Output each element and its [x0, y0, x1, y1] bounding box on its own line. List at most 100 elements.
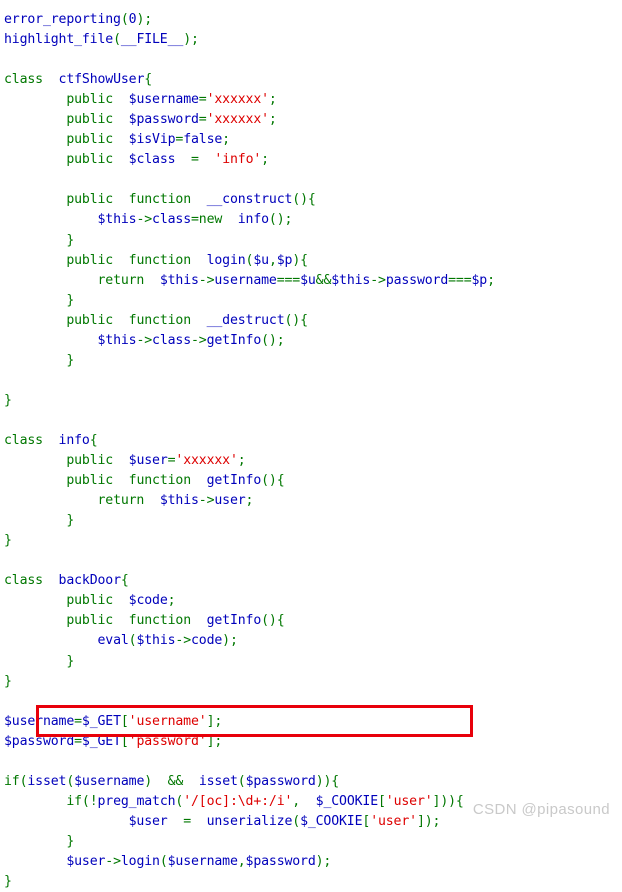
code-token-keyword: ;: [167, 593, 176, 609]
code-token-keyword: ->: [370, 272, 386, 288]
code-token-keyword: class: [4, 72, 43, 88]
code-token-default: [4, 834, 66, 849]
code-token-default: code: [191, 633, 223, 649]
code-token-default: [4, 212, 97, 227]
code-token-keyword: ]);: [416, 813, 441, 829]
code-token-keyword: function: [128, 613, 191, 629]
code-token-default: [144, 493, 160, 508]
code-token-default: __construct: [206, 192, 293, 208]
code-token-keyword: ];: [206, 733, 223, 749]
code-token-default: [113, 112, 129, 127]
code-token-keyword: ;: [268, 112, 277, 128]
code-line: public $password='xxxxxx';: [4, 112, 277, 127]
code-line: public $class = 'info';: [4, 152, 269, 167]
code-line: }: [4, 293, 74, 308]
code-token-default: class: [152, 332, 191, 348]
code-token-keyword: function: [128, 312, 191, 328]
code-line: public function __construct(){: [4, 192, 315, 208]
code-token-keyword: (: [292, 813, 301, 829]
code-line: }: [4, 233, 74, 248]
code-token-keyword: public: [66, 312, 114, 328]
code-token-default: $this: [97, 332, 137, 348]
code-token-keyword: public: [66, 132, 114, 148]
code-token-default: info: [58, 432, 90, 448]
code-token-default: getInfo: [206, 473, 262, 489]
code-token-keyword: );: [136, 12, 153, 27]
code-token-string: 'xxxxxx': [206, 112, 269, 128]
code-token-default: $_COOKIE: [300, 813, 363, 829]
code-token-keyword: (: [66, 773, 75, 789]
code-token-default: [4, 633, 97, 648]
code-token-default: [191, 814, 207, 829]
code-token-default: $username: [167, 853, 238, 869]
code-token-string: 'password': [128, 733, 207, 749]
code-token-default: [43, 72, 59, 87]
code-token-default: [168, 814, 184, 829]
code-token-default: [191, 192, 207, 207]
code-token-keyword: public: [66, 92, 114, 108]
code-token-default: [4, 293, 66, 308]
code-token-string: 'xxxxxx': [206, 92, 269, 108]
code-token-default: [4, 253, 66, 268]
code-token-keyword: {: [144, 72, 153, 88]
code-token-default: __FILE__: [120, 32, 184, 48]
code-token-default: [113, 453, 129, 468]
code-token-keyword: if: [66, 793, 82, 809]
code-token-default: $isVip: [128, 132, 176, 148]
code-token-default: [4, 473, 66, 488]
code-token-keyword: =: [190, 212, 199, 228]
code-token-default: $password: [245, 773, 316, 789]
code-token-default: [4, 233, 66, 248]
code-token-string: 'user': [385, 793, 433, 809]
code-token-default: $this: [159, 493, 199, 509]
code-token-keyword: ){: [292, 252, 308, 268]
code-token-default: [4, 593, 66, 608]
code-line: class info{: [4, 433, 98, 448]
code-token-keyword: (){: [261, 473, 285, 489]
code-token-default: $user: [128, 453, 168, 469]
csdn-watermark: CSDN @pipasound: [472, 801, 610, 818]
code-token-keyword: ;: [487, 272, 495, 288]
code-token-keyword: ;: [245, 493, 254, 509]
code-token-default: $class: [128, 152, 176, 168]
code-token-keyword: }: [66, 513, 75, 529]
code-token-default: $u: [300, 272, 316, 288]
code-token-keyword: if: [4, 773, 20, 789]
code-token-keyword: [: [378, 793, 386, 809]
code-token-default: $_COOKIE: [315, 793, 378, 809]
code-token-default: [4, 794, 66, 809]
code-token-keyword: [: [120, 713, 129, 729]
code-token-keyword: }: [66, 833, 75, 849]
code-token-default: user: [214, 493, 246, 509]
code-token-keyword: );: [315, 853, 332, 869]
php-source-code[interactable]: error_reporting(0); highlight_file(__FIL…: [4, 10, 495, 892]
code-token-default: [4, 854, 66, 869]
code-token-keyword: }: [4, 392, 12, 408]
code-token-keyword: ();: [268, 212, 293, 228]
code-token-default: $this: [97, 212, 137, 228]
code-token-default: ctfShowUser: [58, 72, 145, 88]
code-token-keyword: =: [183, 813, 191, 829]
code-token-default: $password: [128, 112, 199, 128]
code-token-default: $this: [136, 633, 176, 649]
code-line: }: [4, 874, 12, 889]
code-token-keyword: ];: [206, 713, 223, 729]
code-token-keyword: function: [128, 473, 191, 489]
code-token-default: [191, 473, 207, 488]
code-line: public function getInfo(){: [4, 613, 284, 629]
code-token-keyword: {: [120, 573, 129, 589]
code-token-string: 'xxxxxx': [175, 453, 238, 469]
code-token-default: [300, 794, 316, 809]
code-token-default: backDoor: [58, 573, 121, 589]
code-token-keyword: ;: [222, 132, 230, 148]
code-token-default: [113, 613, 129, 628]
code-line: public $code;: [4, 593, 175, 608]
code-line: }: [4, 654, 74, 669]
code-token-default: isset: [198, 773, 238, 789]
code-token-default: [4, 654, 66, 669]
code-line: public $user='xxxxxx';: [4, 453, 245, 469]
code-token-default: $code: [128, 593, 168, 609]
code-token-default: $_GET: [81, 733, 121, 749]
code-token-default: [175, 152, 191, 167]
code-token-keyword: }: [66, 232, 75, 248]
